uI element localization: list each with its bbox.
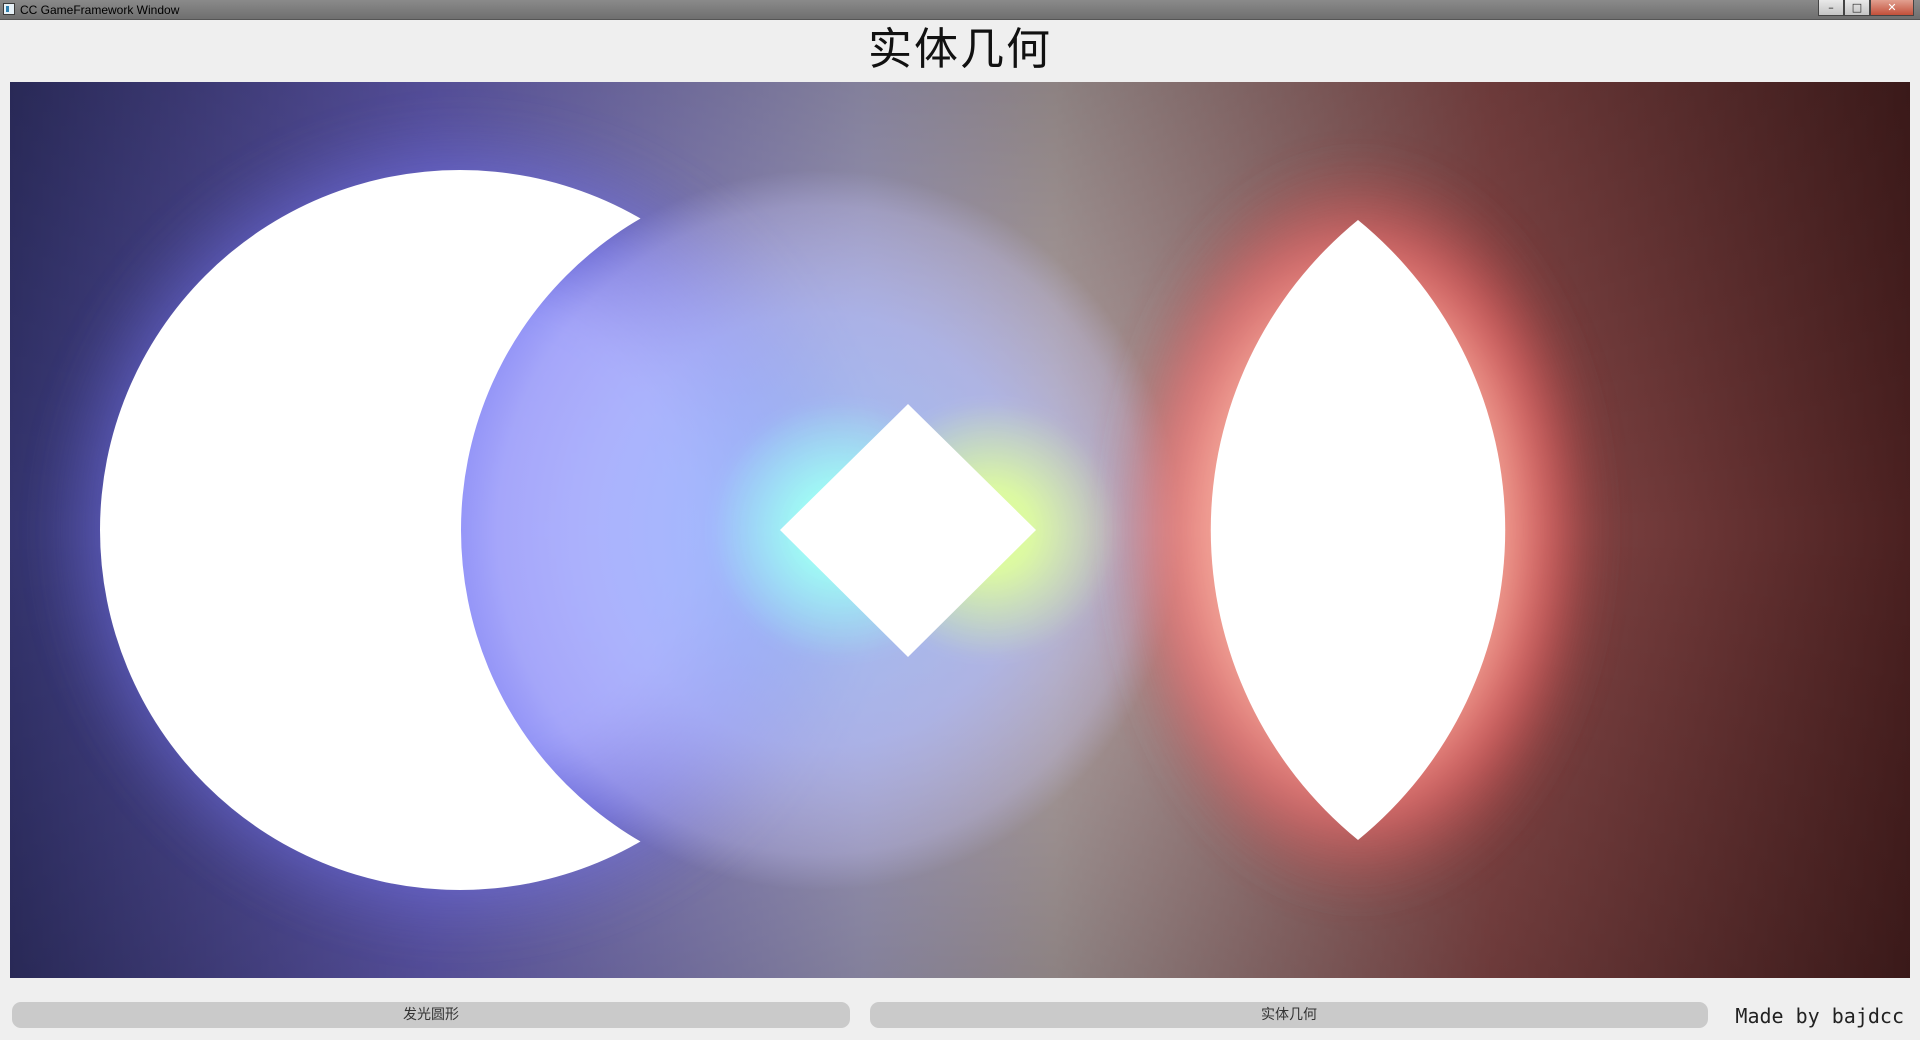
solid-geometry-button[interactable]: 实体几何 (870, 1002, 1708, 1028)
author-credit: Made by bajdcc (1735, 1004, 1904, 1028)
render-canvas[interactable] (10, 82, 1910, 978)
close-button[interactable]: ✕ (1870, 0, 1914, 16)
app-window: CC GameFramework Window – □ ✕ 实体几何 发光圆形 … (0, 0, 1920, 1040)
window-controls: – □ ✕ (1818, 0, 1914, 16)
window-title: CC GameFramework Window (20, 3, 180, 17)
page-title: 实体几何 (868, 24, 1052, 75)
scene-svg (10, 82, 1910, 978)
title-bar[interactable]: CC GameFramework Window – □ ✕ (0, 0, 1920, 20)
minimize-button[interactable]: – (1818, 0, 1844, 16)
app-icon (3, 3, 15, 15)
maximize-button[interactable]: □ (1844, 0, 1870, 16)
glowing-circle-button[interactable]: 发光圆形 (12, 1002, 850, 1028)
